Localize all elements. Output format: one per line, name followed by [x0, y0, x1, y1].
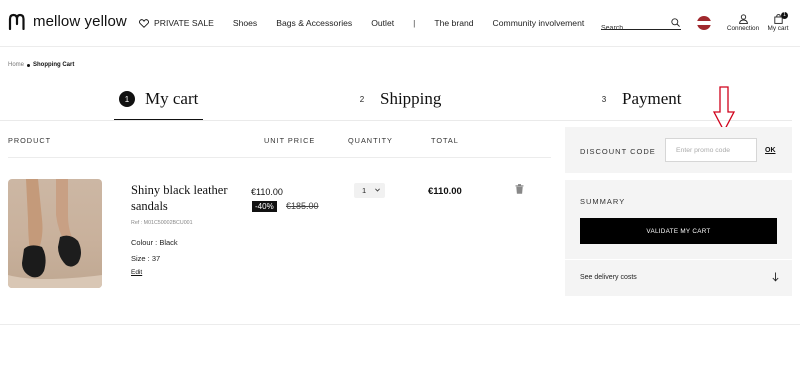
- main-nav: PRIVATE SALE Shoes Bags & Accessories Ou…: [139, 18, 603, 28]
- discount-badge: -40%: [252, 201, 277, 212]
- column-header-quantity: QUANTITY: [348, 136, 393, 145]
- column-header-product: PRODUCT: [8, 136, 52, 145]
- summary-panel: SUMMARY VALIDATE MY CART: [565, 180, 792, 259]
- breadcrumb-current: Shopping Cart: [33, 62, 75, 68]
- column-header-unit-price: UNIT PRICE: [264, 136, 316, 145]
- search-input[interactable]: [601, 23, 665, 32]
- language-flag-icon[interactable]: [697, 16, 711, 30]
- breadcrumb-home[interactable]: Home: [8, 62, 24, 68]
- trash-icon[interactable]: [515, 184, 524, 194]
- original-price: €185.00: [286, 201, 319, 211]
- unit-price: €110.00: [251, 187, 283, 197]
- brand-name: mellow yellow: [33, 13, 127, 30]
- brand-logo-mark: [8, 13, 25, 30]
- step-label: My cart: [145, 89, 199, 108]
- divider: [0, 120, 792, 121]
- step-number: 1: [119, 91, 135, 107]
- discount-code-label: DISCOUNT CODE: [580, 147, 656, 156]
- search-icon[interactable]: [671, 18, 680, 27]
- promo-code-input[interactable]: [665, 138, 757, 162]
- heart-icon: [139, 18, 149, 28]
- nav-private-sale-label: PRIVATE SALE: [154, 18, 214, 28]
- step-label: Payment: [622, 89, 682, 108]
- nav-separator: |: [413, 18, 416, 28]
- delivery-costs-toggle[interactable]: See delivery costs: [565, 260, 792, 296]
- product-colour: Colour : Black: [131, 238, 178, 247]
- connection-label: Connection: [726, 25, 760, 32]
- divider: [8, 157, 551, 158]
- validate-cart-button[interactable]: VALIDATE MY CART: [580, 218, 777, 244]
- breadcrumb-separator: [27, 63, 31, 67]
- my-cart-label: My cart: [767, 25, 789, 32]
- checkout-steps: 1 My cart 2 Shipping 3 Payment: [0, 86, 800, 121]
- brand-logo[interactable]: mellow yellow: [8, 13, 127, 30]
- nav-bags-accessories[interactable]: Bags & Accessories: [276, 18, 352, 28]
- user-icon: [738, 14, 748, 24]
- quantity-select[interactable]: 1: [354, 183, 385, 198]
- arrow-down-icon: [772, 272, 779, 282]
- chevron-down-icon: [375, 188, 380, 192]
- breadcrumb: Home Shopping Cart: [8, 62, 74, 68]
- nav-the-brand[interactable]: The brand: [434, 18, 473, 28]
- search-box: [601, 17, 681, 32]
- my-cart-link[interactable]: 1 My cart: [765, 12, 791, 32]
- quantity-value: 1: [362, 186, 367, 195]
- line-total: €110.00: [428, 186, 462, 197]
- product-size: Size : 37: [131, 254, 161, 263]
- nav-private-sale[interactable]: PRIVATE SALE: [139, 18, 214, 28]
- summary-label: SUMMARY: [580, 197, 626, 206]
- product-image[interactable]: [8, 179, 102, 288]
- step-shipping[interactable]: 2 Shipping: [354, 89, 442, 109]
- nav-outlet[interactable]: Outlet: [371, 18, 394, 28]
- delivery-costs-label: See delivery costs: [580, 274, 637, 281]
- apply-promo-button[interactable]: OK: [765, 147, 776, 154]
- nav-shoes[interactable]: Shoes: [233, 18, 257, 28]
- discount-panel: DISCOUNT CODE OK: [565, 127, 792, 173]
- product-name[interactable]: Shiny black leather sandals: [131, 182, 241, 214]
- step-my-cart[interactable]: 1 My cart: [119, 89, 198, 109]
- product-reference: Ref : M01C50002BCU001: [131, 220, 193, 226]
- step-payment[interactable]: 3 Payment: [596, 89, 682, 109]
- site-header: mellow yellow PRIVATE SALE Shoes Bags & …: [0, 0, 800, 47]
- step-number: 2: [359, 94, 365, 104]
- cart-count-badge: 1: [781, 12, 788, 19]
- column-header-total: TOTAL: [431, 136, 459, 145]
- step-label: Shipping: [380, 89, 442, 108]
- divider: [0, 324, 800, 325]
- nav-community[interactable]: Community involvement: [493, 18, 585, 28]
- edit-item-link[interactable]: Edit: [131, 269, 142, 276]
- step-number: 3: [601, 94, 607, 104]
- annotation-arrow-icon: [713, 86, 735, 132]
- connection-link[interactable]: Connection: [724, 14, 762, 32]
